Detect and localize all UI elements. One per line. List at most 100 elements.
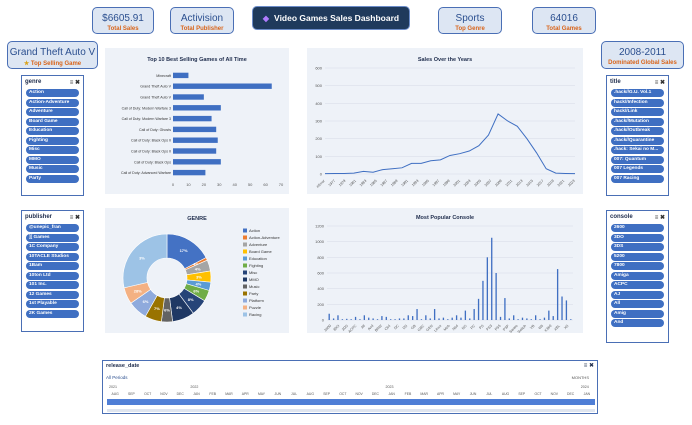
slicer-item[interactable]: .hack//Mutation <box>611 117 664 126</box>
timeline-range-bar[interactable] <box>107 399 595 405</box>
title-slicer[interactable]: title ≡ ✖ .hack//G.U. Vol.1 hack//Infectio… <box>606 75 669 196</box>
slicer-item[interactable]: .hack//Quarantine <box>611 136 664 145</box>
kpi-value: 64016 <box>550 13 578 24</box>
bar <box>539 319 541 320</box>
timeline-month-label: JAN <box>388 392 395 396</box>
slicer-item[interactable]: 007 Legends <box>611 165 664 173</box>
bar <box>350 319 352 320</box>
timeline-month-label: FEB <box>209 392 216 396</box>
bar <box>407 315 409 320</box>
slicer-item[interactable]: .hack: Sekai no M... <box>611 146 664 154</box>
legend-swatch <box>243 235 247 240</box>
slice-label: 7% <box>154 306 160 311</box>
slicer-item[interactable]: 007 Racing <box>611 174 664 183</box>
timeline-month-label: JAN <box>584 392 591 396</box>
slicer-item[interactable]: Education <box>26 127 79 135</box>
filter-clear-icon[interactable]: ≡ ✖ <box>70 79 80 86</box>
slicer-item[interactable]: Adventure <box>26 108 79 116</box>
slicer-item[interactable]: 12 Games <box>26 290 79 299</box>
filter-clear-icon[interactable]: ≡ ✖ <box>70 214 80 221</box>
slicer-item[interactable]: hack//Infection <box>611 98 664 107</box>
filter-clear-icon[interactable]: ≡ ✖ <box>655 214 665 221</box>
bar <box>513 315 515 320</box>
slicer-header: title ≡ ✖ <box>607 76 668 88</box>
category-label: Call of Duty: Modern Warfare 3 <box>122 106 171 110</box>
slicer-item[interactable]: 7800 <box>611 262 664 270</box>
timeline-year-label: 2021 <box>109 385 117 389</box>
slicer-item[interactable]: 1Bam <box>26 262 79 270</box>
filter-clear-icon[interactable]: ≡ ✖ <box>655 79 665 86</box>
slicer-item[interactable]: Music <box>26 165 79 173</box>
gamepad-icon: ◆ <box>262 13 270 23</box>
genre-slicer[interactable]: genre ≡ ✖ Action Action-Adventure Adventure… <box>21 75 84 196</box>
slicer-item[interactable]: Action <box>26 89 79 97</box>
slicer-item[interactable]: 10TACLE Studios <box>26 252 79 261</box>
slicer-item[interactable]: 007: Quantum <box>611 155 664 164</box>
slicer-item[interactable]: Misc <box>26 146 79 154</box>
chart-title: Most Popular Console <box>416 215 474 221</box>
slicer-header-label: title <box>610 79 621 85</box>
timeline-scrollbar <box>107 409 595 412</box>
slice-label: 8% <box>188 297 194 302</box>
legend-swatch <box>243 312 247 317</box>
y-tick-label: 0 <box>320 172 323 177</box>
slicer-item[interactable]: And <box>611 319 664 327</box>
slicer-item[interactable]: Fighting <box>26 136 79 145</box>
slicer-item[interactable]: .hack//G.U. Vol.1 <box>611 89 664 97</box>
bar <box>385 316 387 320</box>
slicer-item[interactable]: ACPC <box>611 281 664 289</box>
timeline-month-label: JUL <box>486 392 492 396</box>
slicer-item[interactable]: 3DO <box>611 233 664 242</box>
x-tick-label: All <box>360 324 366 330</box>
slicer-item[interactable]: 2600 <box>611 224 664 232</box>
x-tick-label: 1993 <box>411 179 419 187</box>
slicer-item[interactable]: ][ Games <box>26 233 79 242</box>
release-date-timeline[interactable]: release_date ≡ ✖ All Periods MONTHS 2021… <box>102 360 598 414</box>
x-tick-label: 2001 <box>453 179 461 187</box>
pie-slice <box>122 233 168 289</box>
slicer-item[interactable]: 3DS <box>611 243 664 251</box>
slicer-item[interactable]: hack//Link <box>611 108 664 116</box>
slicer-item[interactable]: 1st Playable <box>26 300 79 308</box>
x-tick-label: 1981 <box>348 179 356 187</box>
bar <box>173 105 221 111</box>
timeline-month-label: FEB <box>405 392 412 396</box>
slicer-item[interactable]: .hack//Outbreak <box>611 127 664 135</box>
x-tick-label: 1977 <box>328 179 336 187</box>
x-tick-label: ACPC <box>347 324 357 333</box>
slicer-item[interactable]: Board Game <box>26 117 79 126</box>
legend-swatch <box>243 242 247 247</box>
console-slicer[interactable]: console ≡ ✖ 2600 3DO 3DS 5200 7800 Amiga ACPC AJ… <box>606 210 669 343</box>
bar <box>455 315 458 320</box>
slicer-item[interactable]: @unepic_fran <box>26 224 79 232</box>
x-tick-label: PS3 <box>485 324 493 332</box>
slicer-item[interactable]: Party <box>26 174 79 183</box>
slice-label: 17% <box>180 248 188 253</box>
slicer-item[interactable]: 2K Games <box>26 309 79 318</box>
bar <box>328 313 330 320</box>
slicer-item[interactable]: MMO <box>26 155 79 164</box>
slicer-item[interactable]: AJ <box>611 290 664 299</box>
x-tick-label: 2009 <box>494 179 502 187</box>
bar <box>521 317 524 320</box>
slicer-item[interactable]: 10ton Ltd <box>26 271 79 280</box>
slicer-item[interactable]: Amig <box>611 309 664 318</box>
slice-label: 28% <box>134 288 142 293</box>
bar <box>438 318 440 320</box>
bar <box>495 273 497 320</box>
slicer-item[interactable]: 101 Inc. <box>26 281 79 289</box>
timeline-month-label: OCT <box>339 392 346 396</box>
bar <box>341 319 344 320</box>
legend-swatch <box>243 256 247 261</box>
timeline-month-label: JUN <box>275 392 282 396</box>
timeline-month-label: MAR <box>420 392 428 396</box>
kpi-label: Top Genre <box>455 26 485 32</box>
slicer-item[interactable]: Amiga <box>611 271 664 280</box>
slicer-item[interactable]: 5200 <box>611 252 664 261</box>
slice-label: 4% <box>195 266 201 271</box>
kpi-value: Sports <box>455 13 485 24</box>
slicer-item[interactable]: 1C Company <box>26 243 79 251</box>
slicer-item[interactable]: All <box>611 300 664 308</box>
slicer-item[interactable]: Action-Adventure <box>26 98 79 107</box>
publisher-slicer[interactable]: publisher ≡ ✖ @unepic_fran][ Games 1C Comp… <box>21 210 84 332</box>
